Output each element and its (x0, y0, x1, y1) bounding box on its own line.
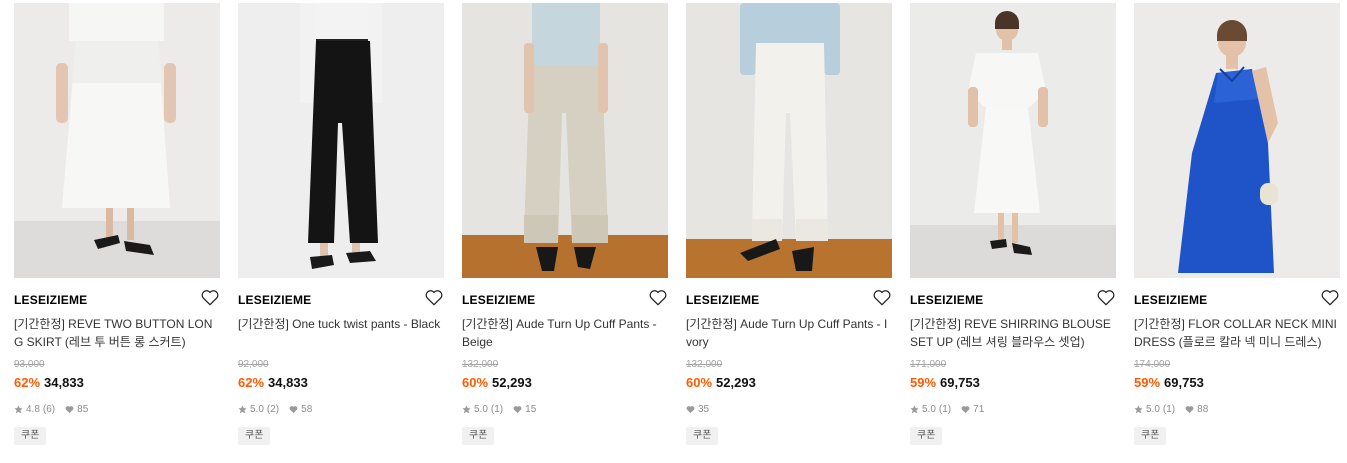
original-price: 93,000 (14, 359, 45, 370)
like-count: 15 (525, 404, 537, 415)
product-meta: 5.0 (1) 15 (462, 404, 536, 415)
rating-value: 5.0 (474, 404, 488, 415)
discount-rate: 60% (462, 375, 489, 390)
star-icon (238, 405, 247, 414)
heart-outline-icon[interactable] (425, 289, 443, 306)
product-image[interactable] (910, 3, 1116, 278)
product-image[interactable] (462, 3, 668, 278)
price-line: 60% 52,293 (686, 375, 756, 390)
product-image[interactable] (238, 3, 444, 278)
product-title[interactable]: [기간한정] Aude Turn Up Cuff Pants - Ivory (686, 315, 890, 351)
product-title[interactable]: [기간한정] REVE TWO BUTTON LONG SKIRT (레브 투 … (14, 315, 218, 351)
heart-outline-icon[interactable] (201, 289, 219, 306)
price-line: 60% 52,293 (462, 375, 532, 390)
product-title[interactable]: [기간한정] FLOR COLLAR NECK MINI DRESS (플로르 … (1134, 315, 1338, 351)
product-card[interactable]: LESEIZIEME [기간한정] FLOR COLLAR NECK MINI … (1134, 0, 1340, 463)
product-title[interactable]: [기간한정] Aude Turn Up Cuff Pants - Beige (462, 315, 666, 351)
original-price: 171,000 (910, 359, 947, 370)
brand-name[interactable]: LESEIZIEME (910, 293, 983, 307)
star-icon (910, 405, 919, 414)
like-count: 85 (77, 404, 89, 415)
product-card[interactable]: LESEIZIEME [기간한정] Aude Turn Up Cuff Pant… (686, 0, 892, 463)
like-count: 71 (973, 404, 985, 415)
product-card[interactable]: LESEIZIEME [기간한정] REVE TWO BUTTON LONG S… (14, 0, 220, 463)
product-image[interactable] (1134, 3, 1340, 278)
discount-rate: 62% (14, 375, 41, 390)
sale-price: 69,753 (1164, 375, 1204, 390)
product-meta: 5.0 (1) 71 (910, 404, 984, 415)
coupon-badge[interactable]: 쿠폰 (1134, 427, 1167, 445)
like-count: 88 (1197, 404, 1209, 415)
price-line: 62% 34,833 (238, 375, 308, 390)
product-title[interactable]: [기간한정] REVE SHIRRING BLOUSE SET UP (레브 셔… (910, 315, 1114, 351)
heart-outline-icon[interactable] (1097, 289, 1115, 306)
product-image[interactable] (686, 3, 892, 278)
sale-price: 52,293 (492, 375, 532, 390)
product-image[interactable] (14, 3, 220, 278)
heart-filled-icon (961, 405, 970, 414)
review-count: (2) (266, 404, 280, 415)
brand-name[interactable]: LESEIZIEME (686, 293, 759, 307)
like-count: 35 (698, 404, 710, 415)
star-icon (14, 405, 23, 414)
rating-value: 5.0 (250, 404, 264, 415)
heart-outline-icon[interactable] (649, 289, 667, 306)
coupon-badge[interactable]: 쿠폰 (14, 427, 47, 445)
star-icon (1134, 405, 1143, 414)
heart-filled-icon (65, 405, 74, 414)
star-icon (462, 405, 471, 414)
product-meta: 5.0 (2) 58 (238, 404, 312, 415)
rating-value: 5.0 (922, 404, 936, 415)
brand-name[interactable]: LESEIZIEME (238, 293, 311, 307)
review-count: (1) (490, 404, 504, 415)
product-meta: 5.0 (1) 88 (1134, 404, 1208, 415)
discount-rate: 59% (910, 375, 937, 390)
heart-filled-icon (1185, 405, 1194, 414)
product-meta: 4.8 (6) 85 (14, 404, 88, 415)
product-card[interactable]: LESEIZIEME [기간한정] One tuck twist pants -… (238, 0, 444, 463)
like-count: 58 (301, 404, 313, 415)
heart-outline-icon[interactable] (1321, 289, 1339, 306)
original-price: 174,000 (1134, 359, 1171, 370)
coupon-badge[interactable]: 쿠폰 (686, 427, 719, 445)
heart-filled-icon (513, 405, 522, 414)
price-line: 62% 34,833 (14, 375, 84, 390)
review-count: (1) (1162, 404, 1176, 415)
product-title[interactable]: [기간한정] One tuck twist pants - Black (238, 315, 442, 333)
sale-price: 34,833 (44, 375, 84, 390)
price-line: 59% 69,753 (910, 375, 980, 390)
original-price: 132,000 (686, 359, 723, 370)
heart-filled-icon (686, 405, 695, 414)
discount-rate: 60% (686, 375, 713, 390)
coupon-badge[interactable]: 쿠폰 (910, 427, 943, 445)
heart-outline-icon[interactable] (873, 289, 891, 306)
sale-price: 69,753 (940, 375, 980, 390)
review-count: (6) (42, 404, 56, 415)
product-grid: LESEIZIEME [기간한정] REVE TWO BUTTON LONG S… (0, 0, 1347, 463)
discount-rate: 62% (238, 375, 265, 390)
brand-name[interactable]: LESEIZIEME (462, 293, 535, 307)
discount-rate: 59% (1134, 375, 1161, 390)
review-count: (1) (938, 404, 952, 415)
coupon-badge[interactable]: 쿠폰 (462, 427, 495, 445)
sale-price: 34,833 (268, 375, 308, 390)
brand-name[interactable]: LESEIZIEME (14, 293, 87, 307)
price-line: 59% 69,753 (1134, 375, 1204, 390)
original-price: 132,000 (462, 359, 499, 370)
product-card[interactable]: LESEIZIEME [기간한정] REVE SHIRRING BLOUSE S… (910, 0, 1116, 463)
product-meta: 35 (686, 404, 709, 415)
coupon-badge[interactable]: 쿠폰 (238, 427, 271, 445)
rating-value: 4.8 (26, 404, 40, 415)
brand-name[interactable]: LESEIZIEME (1134, 293, 1207, 307)
sale-price: 52,293 (716, 375, 756, 390)
product-card[interactable]: LESEIZIEME [기간한정] Aude Turn Up Cuff Pant… (462, 0, 668, 463)
heart-filled-icon (289, 405, 298, 414)
original-price: 92,000 (238, 359, 269, 370)
rating-value: 5.0 (1146, 404, 1160, 415)
